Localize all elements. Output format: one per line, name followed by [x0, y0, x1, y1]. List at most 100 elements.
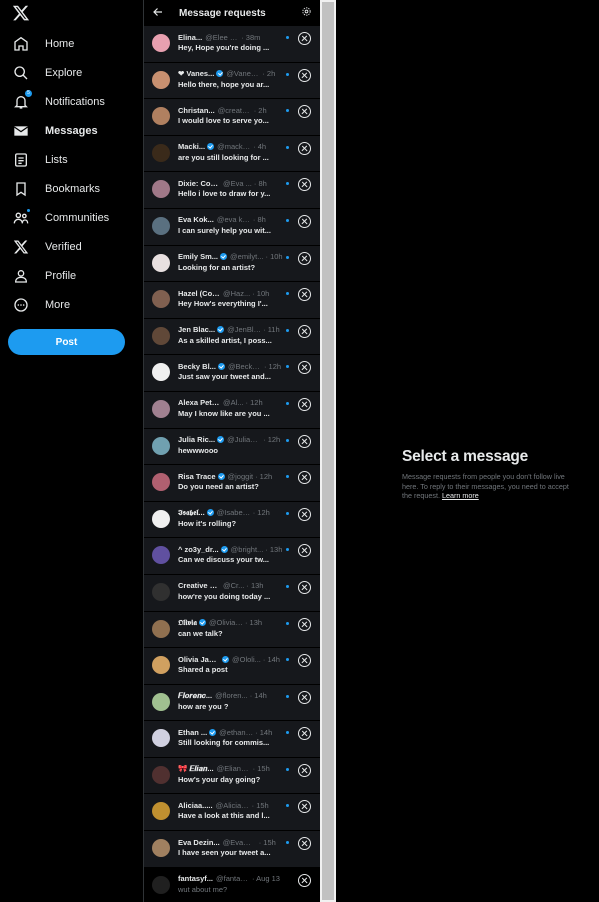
x-logo-icon[interactable] — [12, 4, 30, 22]
avatar[interactable] — [152, 436, 170, 455]
nav-profile[interactable]: Profile — [8, 265, 76, 287]
request-row[interactable]: Risa Trace @joggit · 12h Do you need an art… — [144, 465, 321, 502]
dismiss-request-icon[interactable] — [298, 580, 311, 594]
avatar[interactable] — [152, 875, 170, 894]
timestamp: · 15h — [252, 764, 270, 774]
nav-explore[interactable]: Explore — [8, 62, 82, 84]
dismiss-request-icon[interactable] — [298, 214, 311, 228]
request-row[interactable]: Ethan ... @ethanha...· 14hStill looking f… — [144, 721, 321, 758]
learn-more-link[interactable]: Learn more — [442, 491, 479, 500]
timestamp: · 8h — [253, 178, 267, 188]
request-row[interactable]: Elina...@Elee desi...· 38mHey, Hope you'… — [144, 26, 321, 63]
dismiss-request-icon[interactable] — [298, 361, 311, 375]
avatar[interactable] — [152, 399, 170, 418]
dismiss-request-icon[interactable] — [298, 471, 311, 485]
dismiss-request-icon[interactable] — [298, 105, 311, 119]
dismiss-request-icon[interactable] — [298, 178, 311, 192]
message-preview: How's your day going? — [178, 774, 261, 784]
avatar[interactable] — [152, 363, 170, 382]
avatar[interactable] — [152, 802, 170, 821]
request-row[interactable]: ❤ Vanes... @Vanee... · 2h Hello there, hope… — [144, 62, 321, 100]
dismiss-request-icon[interactable] — [298, 397, 311, 411]
timestamp: · 8h — [252, 215, 266, 225]
dismiss-request-icon[interactable] — [298, 727, 311, 741]
avatar[interactable] — [152, 765, 170, 784]
request-row[interactable]: ^ zo3y_dr... @bright... · 13h Can we discus… — [144, 538, 321, 575]
dismiss-request-icon[interactable] — [298, 141, 311, 155]
panel-header: Message requests — [144, 0, 321, 26]
sender-name: Julia Ric... — [178, 435, 216, 445]
avatar[interactable] — [152, 107, 170, 126]
avatar[interactable] — [152, 180, 170, 199]
nav-home[interactable]: Home — [8, 33, 74, 55]
dismiss-request-icon[interactable] — [298, 324, 311, 338]
gear-icon[interactable] — [301, 6, 312, 17]
scrollbar-thumb[interactable] — [322, 2, 334, 900]
request-row[interactable]: Dixie: Commis...@Eva ...· 8hHello i love… — [144, 172, 321, 209]
avatar[interactable] — [152, 143, 170, 162]
request-row[interactable]: Eva Kok...@eva kok...· 8hI can surely he… — [144, 208, 321, 246]
avatar[interactable] — [152, 839, 170, 858]
nav-lists[interactable]: Lists — [8, 149, 68, 171]
dismiss-request-icon[interactable] — [298, 32, 311, 45]
dismiss-request-icon[interactable] — [298, 251, 311, 265]
avatar[interactable] — [152, 326, 170, 345]
dismiss-request-icon[interactable] — [298, 873, 311, 887]
dismiss-request-icon[interactable] — [298, 690, 311, 704]
nav-verified[interactable]: Verified — [8, 236, 82, 258]
request-row[interactable]: Aliciaa.....@AliciaRoza...· 15hHave a lo… — [144, 794, 321, 832]
avatar[interactable] — [152, 582, 170, 601]
dismiss-request-icon[interactable] — [298, 68, 311, 82]
dismiss-request-icon[interactable] — [298, 763, 311, 777]
request-row[interactable]: Emily Sm... @emilyt... · 10h Looking for an… — [144, 245, 321, 283]
dismiss-request-icon[interactable] — [298, 800, 311, 814]
request-row[interactable]: Alexa Peter ...@Al...· 12hMay I know lik… — [144, 391, 321, 429]
nav-communities[interactable]: Communities — [8, 207, 109, 229]
nav-messages[interactable]: Messages — [8, 120, 98, 142]
dismiss-request-icon[interactable] — [298, 544, 311, 558]
avatar[interactable] — [152, 692, 170, 711]
avatar[interactable] — [152, 216, 170, 235]
nav-more[interactable]: More — [8, 294, 70, 316]
request-row[interactable]: 🎀 𝑬𝒍𝒊𝒂𝒏...@Eliana0...· 15hHow's your day… — [144, 757, 321, 795]
request-row[interactable]: Hazel (Com...@Haz...· 10hHey How's every… — [144, 282, 321, 319]
request-row[interactable]: Creative Girl ...@Cr...· 13hhow're you d… — [144, 574, 321, 612]
back-arrow-icon[interactable] — [152, 6, 164, 18]
request-row[interactable]: Christan...@create chri...· 2hI would lo… — [144, 99, 321, 136]
request-row[interactable]: Eva Dezin...@EvaMille...· 15hI have seen… — [144, 831, 321, 868]
sender-name: 𝕺𝖑𝖎𝖛𝖎𝖆 — [178, 617, 197, 627]
avatar[interactable] — [152, 546, 170, 565]
avatar[interactable] — [152, 70, 170, 89]
avatar[interactable] — [152, 509, 170, 528]
request-row[interactable]: Jen Blac... @JenBla... · 11h As a skilled a… — [144, 318, 321, 356]
dismiss-request-icon[interactable] — [298, 434, 311, 448]
avatar[interactable] — [152, 34, 170, 52]
verified-badge-icon — [220, 253, 228, 261]
dismiss-request-icon[interactable] — [298, 288, 311, 302]
dismiss-request-icon[interactable] — [298, 507, 311, 521]
request-row[interactable]: Julia Ric... @JuliaRi... · 12h hewwwooo — [144, 428, 321, 466]
sender-handle: @create chri... — [217, 105, 252, 115]
verified-badge-icon — [217, 326, 225, 334]
request-row[interactable]: 𝑭𝒍𝒐𝒓𝒆𝒏𝒄... @floren... · 14h how are you ? — [144, 684, 321, 722]
request-header: Alexa Peter ...@Al...· 12h — [178, 397, 290, 409]
avatar[interactable] — [152, 619, 170, 638]
request-row[interactable]: 𝕴𝖘𝖆𝖇𝖊𝖑... @Isabell... · 12h How it's rollin… — [144, 501, 321, 539]
message-preview: Hello there, hope you ar... — [178, 79, 270, 89]
dismiss-request-icon[interactable] — [298, 654, 311, 668]
avatar[interactable] — [152, 729, 170, 748]
dismiss-request-icon[interactable] — [298, 617, 311, 631]
nav-bookmarks[interactable]: Bookmarks — [8, 178, 100, 200]
avatar[interactable] — [152, 473, 170, 492]
request-row[interactable]: Becky Bl... @Becky ... · 12h Just saw your … — [144, 355, 321, 392]
nav-notifications[interactable]: 5 Notifications — [8, 90, 105, 113]
request-row[interactable]: 𝕺𝖑𝖎𝖛𝖎𝖆 @Olivia B...· 13h can we talk? — [144, 611, 321, 649]
avatar[interactable] — [152, 290, 170, 309]
dismiss-request-icon[interactable] — [298, 837, 311, 851]
avatar[interactable] — [152, 253, 170, 272]
request-row[interactable]: Macki... @mackieb...· 4hare you still loo… — [144, 135, 321, 173]
request-row[interactable]: Olivia Jam... @Ololi... · 14h Shared a post — [144, 648, 321, 685]
avatar[interactable] — [152, 656, 170, 675]
request-row[interactable]: fantasyf...@fantasyf...· Aug 13wut about… — [144, 867, 321, 902]
post-button[interactable]: Post — [8, 329, 125, 355]
